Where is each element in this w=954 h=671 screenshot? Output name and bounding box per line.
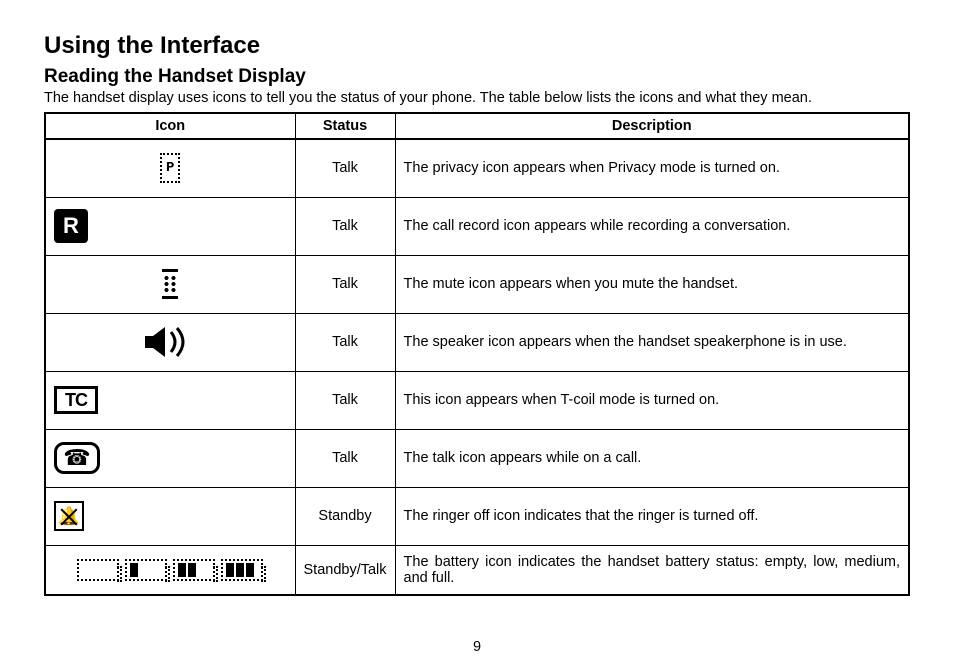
battery-full-icon (221, 559, 263, 581)
icon-cell (45, 139, 295, 197)
intro-paragraph: The handset display uses icons to tell y… (44, 90, 910, 106)
page-number: 9 (0, 639, 954, 655)
section-heading: Reading the Handset Display (44, 66, 910, 88)
mute-icon (159, 269, 181, 299)
description-cell: The call record icon appears while recor… (395, 197, 909, 255)
battery-icon (54, 559, 287, 581)
icon-cell (45, 255, 295, 313)
icon-cell: 🔔 (45, 487, 295, 545)
header-icon: Icon (45, 113, 295, 139)
description-cell: The ringer off icon indicates that the r… (395, 487, 909, 545)
icon-cell: R (45, 197, 295, 255)
description-cell: The privacy icon appears when Privacy mo… (395, 139, 909, 197)
table-row: R Talk The call record icon appears whil… (45, 197, 909, 255)
page-title: Using the Interface (44, 32, 910, 60)
table-row: Talk The speaker icon appears when the h… (45, 313, 909, 371)
description-cell: The talk icon appears while on a call. (395, 429, 909, 487)
table-row: Talk The privacy icon appears when Priva… (45, 139, 909, 197)
privacy-icon (160, 153, 180, 183)
table-row: Standby/Talk The battery icon indicates … (45, 545, 909, 595)
tcoil-icon: TC (54, 386, 98, 414)
header-status: Status (295, 113, 395, 139)
icon-cell (45, 313, 295, 371)
description-cell: The battery icon indicates the handset b… (395, 545, 909, 595)
battery-medium-icon (173, 559, 215, 581)
table-row: 🔔 Standby The ringer off icon indicates … (45, 487, 909, 545)
table-row: TC Talk This icon appears when T-coil mo… (45, 371, 909, 429)
speaker-icon (143, 324, 197, 360)
icon-cell (45, 545, 295, 595)
icon-cell: ☎ (45, 429, 295, 487)
talk-icon: ☎ (54, 442, 100, 474)
ringer-off-icon: 🔔 (54, 501, 84, 531)
record-icon: R (54, 209, 88, 243)
status-cell: Standby/Talk (295, 545, 395, 595)
table-header-row: Icon Status Description (45, 113, 909, 139)
battery-empty-icon (77, 559, 119, 581)
status-cell: Standby (295, 487, 395, 545)
icon-cell: TC (45, 371, 295, 429)
status-cell: Talk (295, 371, 395, 429)
status-cell: Talk (295, 197, 395, 255)
table-row: ☎ Talk The talk icon appears while on a … (45, 429, 909, 487)
header-description: Description (395, 113, 909, 139)
status-cell: Talk (295, 139, 395, 197)
icon-reference-table: Icon Status Description Talk The privacy… (44, 112, 910, 596)
description-cell: The speaker icon appears when the handse… (395, 313, 909, 371)
description-cell: This icon appears when T-coil mode is tu… (395, 371, 909, 429)
document-page: Using the Interface Reading the Handset … (0, 0, 954, 671)
battery-low-icon (125, 559, 167, 581)
status-cell: Talk (295, 429, 395, 487)
status-cell: Talk (295, 255, 395, 313)
table-row: Talk The mute icon appears when you mute… (45, 255, 909, 313)
status-cell: Talk (295, 313, 395, 371)
description-cell: The mute icon appears when you mute the … (395, 255, 909, 313)
